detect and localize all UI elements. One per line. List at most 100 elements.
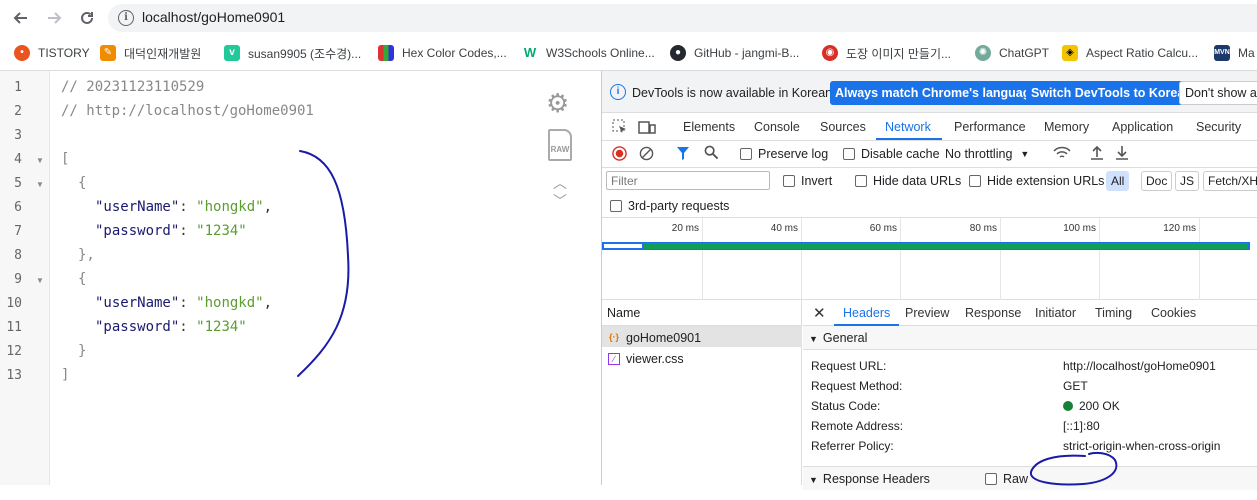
bookmark-chatgpt[interactable]: ✺ ChatGPT [975,43,1049,63]
json-value: "hongkd" [196,295,264,311]
bookmark-velog[interactable]: v susan9905 (조수경)... [224,43,361,63]
json-comma: , [263,295,273,311]
json-key: "password" [95,223,180,239]
tab-sources[interactable]: Sources [820,120,866,134]
bookmark-github[interactable]: ● GitHub - jangmi-B... [670,43,799,63]
tab-headers[interactable]: Headers [843,306,890,320]
bookmark-aspect-ratio[interactable]: ◈ Aspect Ratio Calcu... [1062,43,1198,63]
ddit-icon: ✎ [100,45,116,61]
bookmark-stamp[interactable]: ◉ 도장 이미지 만들기... [822,43,951,63]
fold-toggle-icon[interactable]: ▼ [36,180,44,189]
throttling-select[interactable]: No throttling ▼ [945,147,1029,161]
switch-to-korean-button[interactable]: Switch DevTools to Korean [1026,81,1197,105]
upload-icon[interactable] [1090,145,1104,163]
type-filter-all[interactable]: All [1106,171,1130,191]
tab-initiator[interactable]: Initiator [1035,306,1076,320]
network-conditions-icon[interactable] [1053,146,1071,164]
tab-security[interactable]: Security [1196,120,1241,134]
tab-cookies[interactable]: Cookies [1151,306,1196,320]
section-title: General [822,331,868,345]
inspect-element-icon[interactable] [612,119,628,138]
fold-toggle-icon[interactable]: ▼ [36,156,44,165]
reload-icon[interactable] [76,7,98,29]
timeline-tick-label: 60 ms [869,223,897,234]
clear-icon[interactable] [639,146,654,164]
hide-extension-urls-checkbox[interactable]: Hide extension URLs [969,174,1104,188]
tab-console[interactable]: Console [754,120,800,134]
checkbox-label: Disable cache [861,147,940,161]
invert-checkbox[interactable]: Invert [783,174,832,188]
bookmark-hex-color[interactable]: Hex Color Codes,... [378,43,507,63]
fold-toggle-icon[interactable]: ▼ [36,276,44,285]
checkbox-box[interactable] [783,175,795,187]
filter-input[interactable]: Filter [606,171,770,190]
checkbox-box[interactable] [969,175,981,187]
search-icon[interactable] [704,145,719,163]
type-filter-js[interactable]: JS [1175,171,1200,191]
tab-elements[interactable]: Elements [683,120,735,134]
network-timeline-overview[interactable]: 20 ms 40 ms 60 ms 80 ms 100 ms 120 ms [602,218,1257,300]
bookmark-label: GitHub - jangmi-B... [694,46,800,60]
hex-color-icon [378,45,394,61]
third-party-requests-checkbox[interactable]: 3rd-party requests [610,199,729,213]
checkbox-box[interactable] [740,148,752,160]
chevron-up-icon[interactable]: ︿ [553,173,567,193]
json-viewer: 1 2 3 4 ▼ 5 ▼ 6 7 8 9 ▼ 10 11 12 13 // 2… [0,71,601,485]
preserve-log-checkbox[interactable]: Preserve log [740,147,828,161]
tab-preview[interactable]: Preview [905,306,949,320]
request-name: goHome0901 [626,331,702,345]
type-filter-doc[interactable]: Doc [1141,171,1173,191]
checkbox-box[interactable] [985,473,997,485]
checkbox-box[interactable] [610,200,622,212]
tab-performance[interactable]: Performance [954,120,1026,134]
record-stop-icon[interactable] [612,146,627,164]
general-section-header[interactable]: ▼ General [803,326,1257,350]
type-filter-fetch-xhr[interactable]: Fetch/XHR [1203,171,1257,191]
checkbox-box[interactable] [843,148,855,160]
checkbox-label: Preserve log [758,147,829,161]
request-details: ✕ Headers Preview Response Initiator Tim… [803,300,1257,490]
dont-show-again-button[interactable]: Don't show ag [1179,81,1257,105]
url-text[interactable]: localhost/goHome0901 [142,9,285,25]
line-gutter: 1 2 3 4 ▼ 5 ▼ 6 7 8 9 ▼ 10 11 12 13 [0,71,50,485]
forward-arrow-icon[interactable] [43,7,65,29]
header-value: http://localhost/goHome0901 [1063,359,1216,373]
tab-memory[interactable]: Memory [1044,120,1089,134]
settings-gear-icon[interactable]: ⚙ [546,88,569,119]
tab-timing[interactable]: Timing [1095,306,1132,320]
line-number: 2 [14,104,22,119]
bookmark-ddit[interactable]: ✎ 대덕인재개발원 [100,43,201,63]
json-colon: : [179,223,197,239]
line-number: 5 [14,176,22,191]
chevron-down-icon[interactable]: ﹀ [553,191,567,211]
always-match-language-button[interactable]: Always match Chrome's language [830,81,1043,105]
checkbox-box[interactable] [855,175,867,187]
name-column-header[interactable]: Name [602,300,802,326]
download-icon[interactable] [1115,145,1129,163]
disable-cache-checkbox[interactable]: Disable cache [843,147,940,161]
tab-network[interactable]: Network [885,120,931,134]
back-arrow-icon[interactable] [10,7,32,29]
request-row[interactable]: {·} goHome0901 [602,326,802,347]
filter-funnel-icon[interactable] [676,146,690,164]
bookmark-mvn[interactable]: MVN Ma [1214,43,1255,63]
device-toolbar-icon[interactable] [638,119,656,138]
timeline-gridline [1000,218,1001,300]
code-brace: }, [78,247,95,263]
tab-application[interactable]: Application [1112,120,1173,134]
json-key: "userName" [95,295,180,311]
header-key: Referrer Policy: [811,439,894,453]
hide-data-urls-checkbox[interactable]: Hide data URLs [855,174,961,188]
tab-response[interactable]: Response [965,306,1021,320]
close-icon[interactable]: ✕ [813,304,826,322]
site-info-icon[interactable]: i [118,10,134,26]
css-file-icon: ∕ [608,353,620,365]
bookmark-w3schools[interactable]: W W3Schools Online... [522,43,655,63]
raw-checkbox[interactable]: Raw [985,472,1028,486]
status-dot-icon [1063,401,1073,411]
bookmark-tistory[interactable]: • TISTORY [14,43,90,63]
raw-view-icon[interactable]: RAW [548,129,572,161]
line-number: 9 [14,272,22,287]
request-row[interactable]: ∕ viewer.css [602,347,802,368]
address-bar[interactable]: i localhost/goHome0901 [108,4,1257,32]
